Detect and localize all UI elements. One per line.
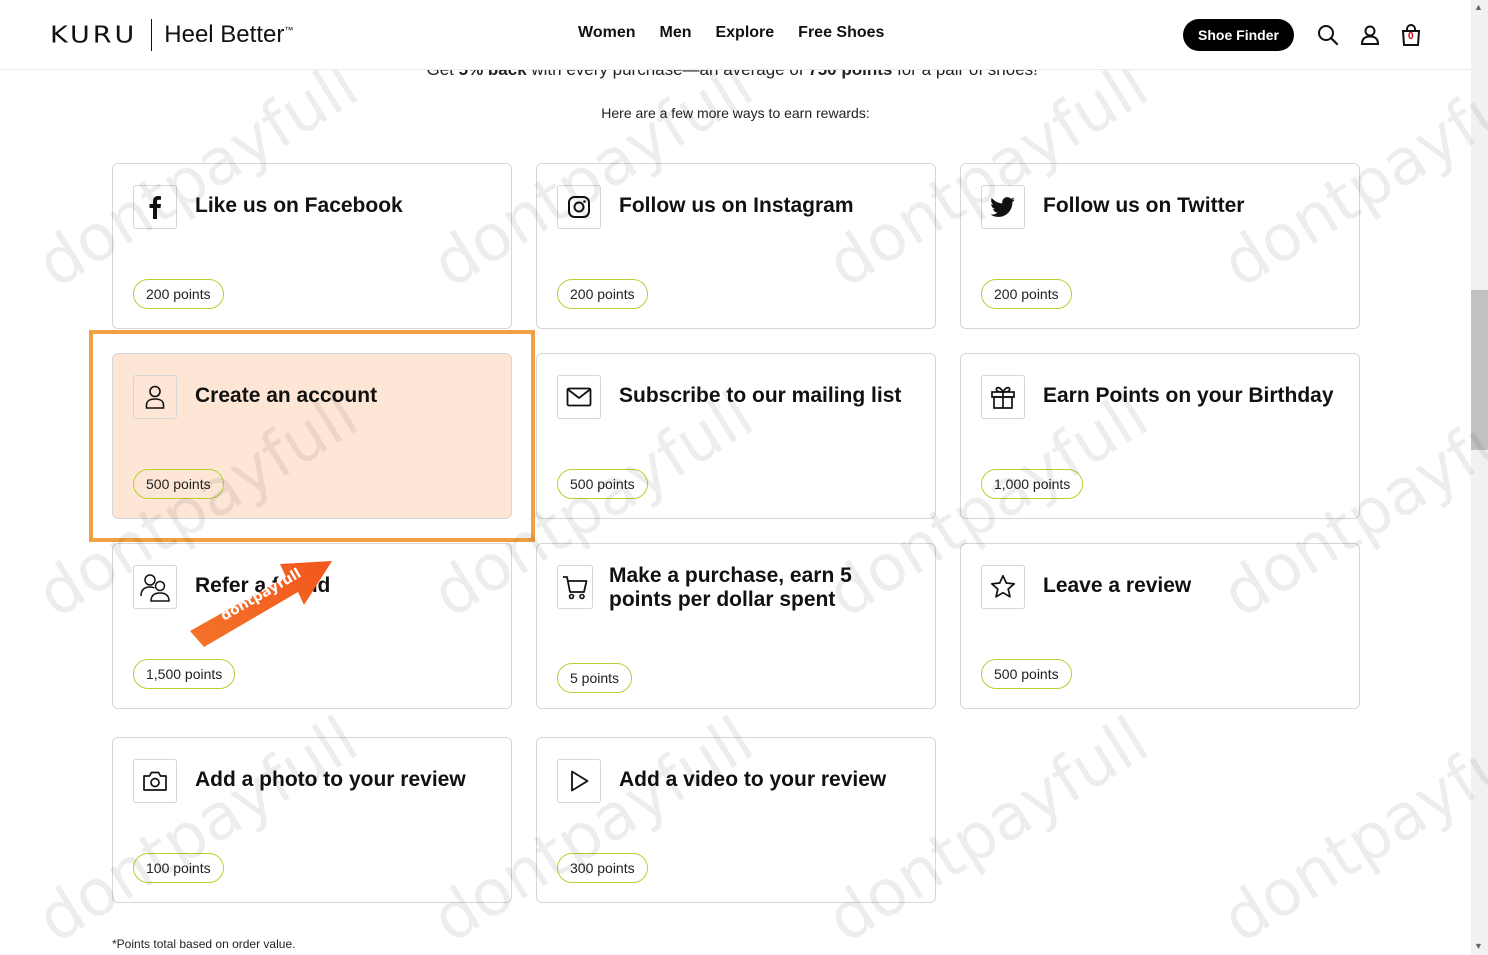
points-badge: 1,500 points: [133, 659, 236, 689]
logo-divider: [151, 19, 153, 51]
nav-explore[interactable]: Explore: [715, 24, 774, 42]
star-icon: [981, 565, 1025, 609]
card-title: Follow us on Twitter: [1043, 194, 1245, 217]
card-title: Like us on Facebook: [195, 194, 403, 217]
card-title: Follow us on Instagram: [619, 194, 854, 217]
card-title: Leave a review: [1043, 574, 1192, 597]
watermark: dontpayfull: [1210, 703, 1488, 955]
scroll-down-icon[interactable]: ▼: [1474, 941, 1483, 951]
reward-card-video-review[interactable]: Add a video to your review 300 points: [536, 737, 936, 903]
brand-tagline: Heel Better™: [164, 21, 294, 48]
card-title: Add a photo to your review: [195, 768, 466, 791]
cart-icon[interactable]: 0: [1399, 23, 1423, 47]
reward-card-photo-review[interactable]: Add a photo to your review 100 points: [112, 737, 512, 903]
mail-icon: [557, 375, 601, 419]
search-icon[interactable]: [1316, 23, 1340, 47]
card-title: Add a video to your review: [619, 768, 887, 791]
shopping-cart-icon: [557, 565, 593, 609]
reward-card-mailing-list[interactable]: Subscribe to our mailing list 500 points: [536, 353, 936, 519]
camera-icon: [133, 759, 177, 803]
points-badge: 5 points: [557, 663, 633, 693]
nav-free-shoes[interactable]: Free Shoes: [798, 24, 884, 42]
points-badge: 200 points: [981, 279, 1072, 309]
refer-friend-icon: [133, 565, 177, 609]
brand-logo: KURU: [50, 21, 138, 49]
instagram-icon: [557, 185, 601, 229]
points-badge: 1,000 points: [981, 469, 1084, 499]
gift-icon: [981, 375, 1025, 419]
points-badge: 500 points: [981, 659, 1072, 689]
account-icon[interactable]: [1358, 23, 1382, 47]
reward-card-twitter[interactable]: Follow us on Twitter 200 points: [960, 163, 1360, 329]
scrollbar-thumb[interactable]: [1471, 290, 1488, 450]
logo[interactable]: KURU Heel Better™: [50, 19, 294, 51]
points-badge: 300 points: [557, 853, 648, 883]
cart-count: 0: [1408, 31, 1414, 42]
scrollbar-track[interactable]: [1471, 0, 1488, 955]
shoe-finder-button[interactable]: Shoe Finder: [1183, 19, 1294, 51]
points-badge: 200 points: [557, 279, 648, 309]
points-badge: 100 points: [133, 853, 224, 883]
nav-men[interactable]: Men: [659, 24, 691, 42]
twitter-icon: [981, 185, 1025, 229]
rewards-subtitle: Here are a few more ways to earn rewards…: [601, 105, 870, 121]
main-nav: Women Men Explore Free Shoes: [578, 24, 884, 42]
reward-card-purchase[interactable]: Make a purchase, earn 5 points per dolla…: [536, 543, 936, 709]
scroll-up-icon[interactable]: ▲: [1474, 2, 1483, 12]
arrow-annotation: dontpayfull: [190, 561, 332, 647]
reward-card-review[interactable]: Leave a review 500 points: [960, 543, 1360, 709]
points-badge: 200 points: [133, 279, 224, 309]
footnote: *Points total based on order value.: [112, 937, 296, 951]
reward-card-birthday[interactable]: Earn Points on your Birthday 1,000 point…: [960, 353, 1360, 519]
facebook-icon: [133, 185, 177, 229]
reward-card-facebook[interactable]: Like us on Facebook 200 points: [112, 163, 512, 329]
card-title: Make a purchase, earn 5 points per dolla…: [609, 564, 852, 611]
reward-card-instagram[interactable]: Follow us on Instagram 200 points: [536, 163, 936, 329]
site-header: KURU Heel Better™ Women Men Explore Free…: [0, 0, 1471, 70]
play-icon: [557, 759, 601, 803]
card-title: Subscribe to our mailing list: [619, 384, 902, 407]
nav-women[interactable]: Women: [578, 24, 635, 42]
points-badge: 500 points: [557, 469, 648, 499]
highlight-box: [89, 330, 535, 542]
card-title: Earn Points on your Birthday: [1043, 384, 1334, 407]
